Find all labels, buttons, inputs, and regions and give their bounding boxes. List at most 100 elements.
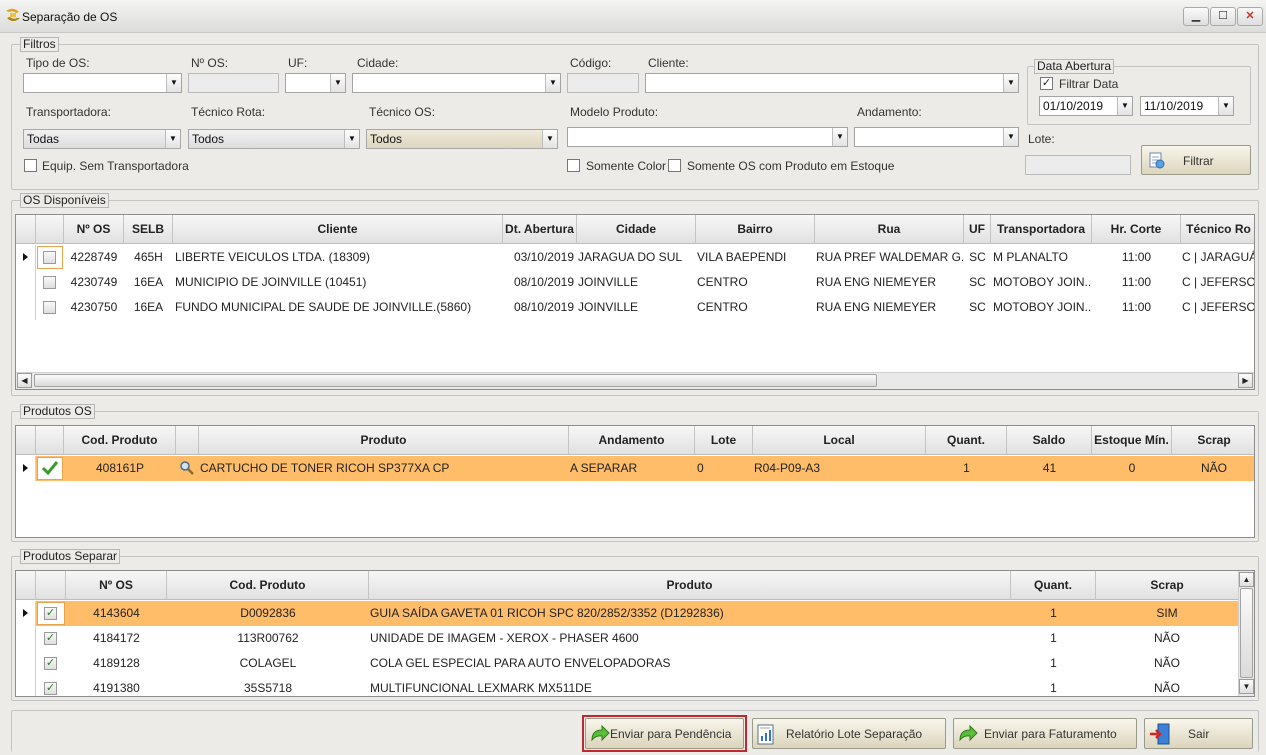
lote-input[interactable] (1025, 155, 1131, 175)
tecnico-rota-select[interactable]: Todos ▼ (188, 129, 360, 149)
cidade-select[interactable]: ▼ (352, 73, 561, 93)
relatorio-lote-button[interactable]: Relatório Lote Separação (752, 718, 946, 749)
col-scrap[interactable]: Scrap (1172, 426, 1254, 455)
col-cod-produto[interactable]: Cod. Produto (167, 571, 369, 600)
chevron-down-icon[interactable]: ▼ (165, 130, 180, 148)
filtrar-data-label: Filtrar Data (1059, 77, 1119, 91)
col-quant[interactable]: Quant. (926, 426, 1007, 455)
col-estoque-min[interactable]: Estoque Mín. (1092, 426, 1172, 455)
col-quant[interactable]: Quant. (1011, 571, 1096, 600)
row-select-checkbox[interactable] (43, 276, 56, 289)
num-os-label: Nº OS: (191, 56, 229, 70)
table-row[interactable]: 4230750 16EA FUNDO MUNICIPAL DE SAUDE DE… (16, 295, 1254, 320)
chevron-down-icon[interactable]: ▼ (1218, 97, 1233, 115)
col-hr-corte[interactable]: Hr. Corte (1092, 215, 1181, 244)
close-button[interactable]: ✕ (1237, 7, 1263, 26)
col-rua[interactable]: Rua (815, 215, 964, 244)
col-produto[interactable]: Produto (199, 426, 569, 455)
row-select-checkbox[interactable] (43, 301, 56, 314)
row-select-checkbox[interactable]: ✓ (44, 607, 57, 620)
filtrar-button[interactable]: Filtrar (1141, 145, 1251, 175)
hscroll-thumb[interactable] (34, 374, 877, 387)
data-from-picker[interactable]: 01/10/2019 ▼ (1039, 96, 1133, 116)
chevron-down-icon[interactable]: ▼ (344, 130, 359, 148)
num-os-input[interactable] (188, 73, 279, 93)
col-scrap[interactable]: Scrap (1096, 571, 1238, 600)
col-andamento[interactable]: Andamento (569, 426, 695, 455)
os-grid-hscrollbar[interactable]: ◀ ▶ (16, 372, 1254, 389)
chevron-down-icon[interactable]: ▼ (166, 74, 181, 92)
scroll-up-icon[interactable]: ▲ (1239, 572, 1254, 587)
chevron-down-icon[interactable]: ▼ (1003, 128, 1018, 146)
col-local[interactable]: Local (753, 426, 926, 455)
filtrar-data-checkbox[interactable]: ✓ (1040, 77, 1053, 90)
chevron-down-icon[interactable]: ▼ (1003, 74, 1018, 92)
cell-num-os: 4184172 (93, 631, 140, 645)
col-num-os[interactable]: Nº OS (66, 571, 167, 600)
cell-rua: RUA PREF WALDEMAR G... (816, 250, 963, 264)
andamento-select[interactable]: ▼ (854, 127, 1019, 147)
col-bairro[interactable]: Bairro (696, 215, 815, 244)
col-transportadora[interactable]: Transportadora (991, 215, 1092, 244)
chevron-down-icon[interactable]: ▼ (1117, 97, 1132, 115)
row-select-checkbox[interactable]: ✓ (44, 632, 57, 645)
uf-select[interactable]: ▼ (285, 73, 346, 93)
somente-color-label: Somente Color (586, 159, 667, 173)
chevron-down-icon[interactable]: ▼ (545, 74, 560, 92)
table-row[interactable]: ✓ 4184172 113R00762 UNIDADE DE IMAGEM - … (16, 626, 1238, 651)
data-to-picker[interactable]: 11/10/2019 ▼ (1140, 96, 1234, 116)
chevron-down-icon[interactable]: ▼ (832, 128, 847, 146)
transportadora-select[interactable]: Todas ▼ (23, 129, 181, 149)
filtrar-label: Filtrar (1183, 154, 1214, 168)
scroll-right-icon[interactable]: ▶ (1238, 373, 1253, 388)
modelo-produto-select[interactable]: ▼ (567, 127, 848, 147)
table-row[interactable]: ✓ 4191380 35S5718 MULTIFUNCIONAL LEXMARK… (16, 676, 1238, 696)
scroll-left-icon[interactable]: ◀ (17, 373, 32, 388)
col-cod-produto[interactable]: Cod. Produto (64, 426, 176, 455)
col-cliente[interactable]: Cliente (173, 215, 503, 244)
table-row[interactable]: ✓ 4189128 COLAGEL COLA GEL ESPECIAL PARA… (16, 651, 1238, 676)
table-row[interactable]: 4228749 465H LIBERTE VEICULOS LTDA. (183… (16, 245, 1254, 270)
sair-button[interactable]: Sair (1144, 718, 1253, 749)
col-saldo[interactable]: Saldo (1007, 426, 1092, 455)
minimize-button[interactable]: ▁ (1183, 7, 1209, 26)
col-num-os[interactable]: Nº OS (64, 215, 124, 244)
row-select-checkbox[interactable]: ✓ (44, 682, 57, 695)
equip-sem-transportadora-checkbox[interactable] (24, 159, 37, 172)
chevron-down-icon[interactable]: ▼ (542, 130, 557, 148)
select-column-header[interactable] (36, 215, 64, 244)
col-lote[interactable]: Lote (695, 426, 753, 455)
somente-color-checkbox[interactable] (567, 159, 580, 172)
codigo-input[interactable] (567, 73, 639, 93)
exit-door-icon (1150, 723, 1170, 745)
col-dt-abertura[interactable]: Dt. Abertura (503, 215, 577, 244)
cliente-select[interactable]: ▼ (645, 73, 1019, 93)
cell-num-os: 4143604 (93, 606, 140, 620)
row-header (16, 245, 36, 270)
col-lookup[interactable] (176, 426, 199, 455)
enviar-pendencia-button[interactable]: Enviar para Pendência (585, 718, 744, 749)
col-selb[interactable]: SELB (124, 215, 173, 244)
vscroll-thumb[interactable] (1240, 588, 1253, 678)
tecnico-os-select[interactable]: Todos ▼ (366, 129, 558, 149)
status-column-header[interactable] (36, 426, 64, 455)
row-select-checkbox[interactable]: ✓ (44, 657, 57, 670)
separar-vscrollbar[interactable]: ▲ ▼ (1238, 571, 1254, 696)
table-row[interactable]: ✓ 4143604 D0092836 GUIA SAÍDA GAVETA 01 … (16, 601, 1238, 626)
somente-estoque-checkbox[interactable] (668, 159, 681, 172)
col-produto[interactable]: Produto (369, 571, 1011, 600)
scroll-down-icon[interactable]: ▼ (1239, 679, 1254, 694)
select-column-header[interactable] (36, 571, 66, 600)
search-icon[interactable] (179, 460, 195, 476)
table-row[interactable]: 4230749 16EA MUNICIPIO DE JOINVILLE (104… (16, 270, 1254, 295)
cell-andamento: A SEPARAR (570, 461, 638, 475)
chevron-down-icon[interactable]: ▼ (330, 74, 345, 92)
row-select-checkbox[interactable] (43, 251, 56, 264)
col-uf[interactable]: UF (964, 215, 991, 244)
col-tecnico-rota[interactable]: Técnico Ro (1181, 215, 1254, 244)
tipo-os-select[interactable]: ▼ (23, 73, 182, 93)
maximize-button[interactable]: ☐ (1210, 7, 1236, 26)
col-cidade[interactable]: Cidade (577, 215, 696, 244)
table-row[interactable]: 408161P CARTUCHO DE TONER RICOH SP377XA … (16, 456, 1254, 481)
enviar-faturamento-button[interactable]: Enviar para Faturamento (953, 718, 1137, 749)
